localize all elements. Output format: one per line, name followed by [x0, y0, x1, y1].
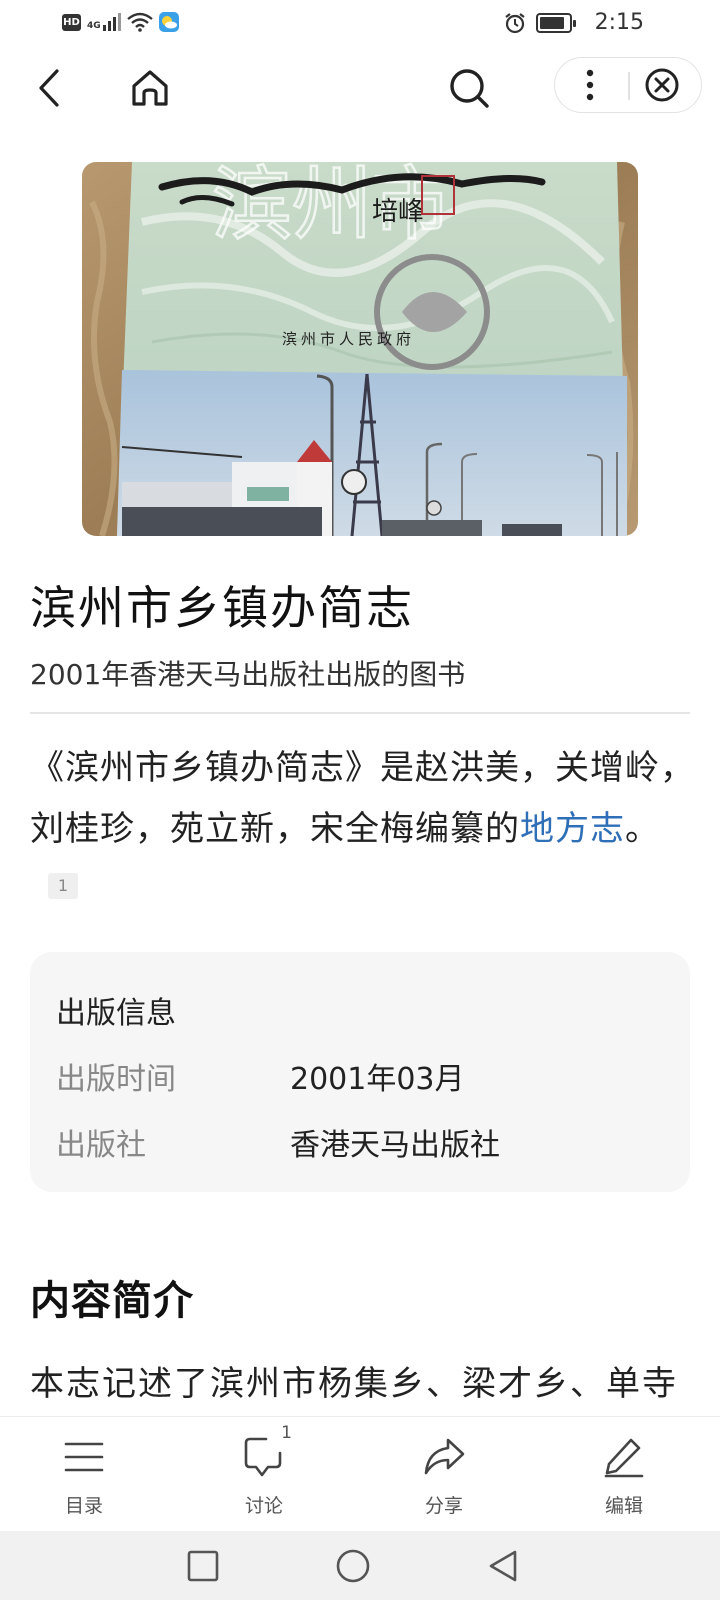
cover-publisher-text: 滨州市人民政府: [282, 330, 415, 348]
hd-badge: HD: [62, 13, 81, 31]
summary-end: 。: [625, 809, 660, 849]
comment-icon: [244, 1437, 282, 1477]
back-button[interactable]: [22, 60, 78, 116]
section-heading: 内容简介: [30, 1278, 194, 1324]
close-icon: [645, 68, 679, 102]
toolbar-label: 分享: [424, 1495, 463, 1517]
section-text: 本志记述了滨州市杨集乡、梁才乡、单寺: [30, 1364, 678, 1404]
title-divider: [30, 712, 690, 714]
battery-level: [540, 17, 564, 29]
back-triangle-icon: [489, 1550, 517, 1582]
toolbar-label: 讨论: [244, 1495, 283, 1517]
list-icon: [64, 1442, 104, 1472]
back-system-button[interactable]: [484, 1547, 522, 1585]
info-value: 香港天马出版社: [290, 1128, 500, 1163]
page-title: 滨州市乡镇办简志: [30, 581, 414, 635]
battery-icon: [536, 13, 576, 33]
toolbar-catalog-button[interactable]: 目录: [24, 1435, 144, 1518]
wifi-icon: [126, 12, 153, 32]
comment-icon-wrapper: 1: [242, 1423, 292, 1479]
edit-icon: [604, 1438, 644, 1478]
cellular-signal-icon: 4G: [87, 13, 121, 31]
toolbar-edit-button[interactable]: 编辑: [564, 1435, 684, 1518]
page-subtitle: 2001年香港天马出版社出版的图书: [30, 658, 466, 691]
share-icon: [424, 1438, 465, 1475]
info-label: 出版社: [56, 1128, 146, 1163]
search-icon: [450, 69, 489, 108]
more-button[interactable]: [567, 62, 613, 108]
status-time: 2:15: [594, 10, 644, 35]
network-type: 4G: [87, 21, 101, 31]
home-system-button[interactable]: [334, 1547, 372, 1585]
info-card-title: 出版信息: [56, 996, 176, 1031]
status-indicators: HD 4G: [62, 12, 179, 32]
book-cover-illustration: 滨州市 培峰 滨州市人民政府: [82, 162, 638, 536]
reference-badge[interactable]: 1: [48, 873, 78, 899]
capsule-divider: [628, 72, 630, 100]
recents-button[interactable]: [184, 1547, 222, 1585]
back-icon: [39, 69, 59, 107]
home-icon: [132, 70, 168, 106]
top-navigation-bar: [0, 48, 720, 128]
home-button[interactable]: [122, 60, 178, 116]
publication-info-card: 出版信息 出版时间 2001年03月 出版社 香港天马出版社: [30, 952, 690, 1192]
discuss-count: 1: [281, 1423, 292, 1443]
close-button[interactable]: [639, 62, 685, 108]
search-button[interactable]: [441, 60, 497, 116]
recents-icon: [187, 1550, 219, 1582]
toolbar-discuss-button[interactable]: 1 讨论: [204, 1423, 324, 1518]
info-label: 出版时间: [56, 1062, 176, 1097]
summary-link[interactable]: 地方志: [520, 809, 625, 849]
toolbar-label: 编辑: [604, 1495, 643, 1517]
mini-program-capsule: [554, 57, 702, 113]
alarm-icon: [505, 13, 525, 34]
home-circle-icon: [336, 1549, 370, 1583]
system-navigation-bar: [0, 1531, 720, 1600]
book-cover-image[interactable]: 滨州市 培峰 滨州市人民政府: [82, 162, 638, 536]
toolbar-share-button[interactable]: 分享: [384, 1435, 504, 1518]
more-icon: [586, 69, 594, 101]
toolbar-label: 目录: [64, 1495, 103, 1517]
weather-app-icon: [158, 12, 179, 32]
bottom-toolbar: 目录 1 讨论 分享 编辑: [0, 1416, 720, 1531]
info-value: 2001年03月: [290, 1062, 465, 1097]
summary-paragraph: 《滨州市乡镇办简志》是赵洪美，关增岭，刘桂珍，苑立新，宋全梅编纂的地方志。1: [30, 738, 700, 921]
svg-text:培峰: 培峰: [372, 197, 424, 227]
status-bar: HD 4G 2:15: [0, 0, 720, 48]
